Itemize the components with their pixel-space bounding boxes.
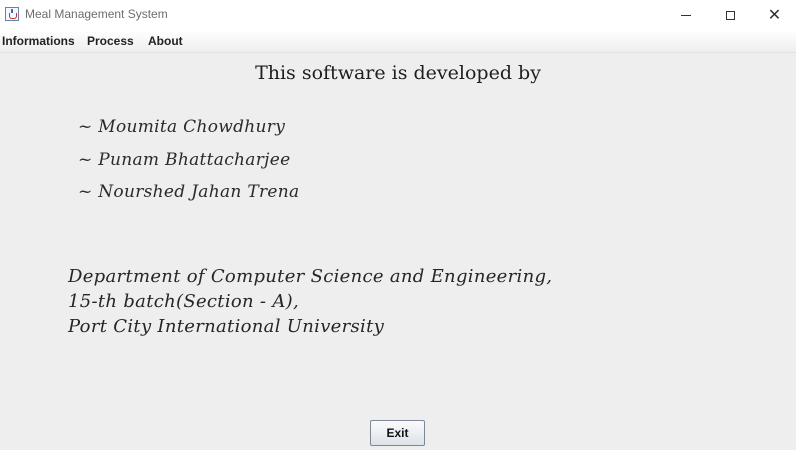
close-icon: ✕ (767, 5, 782, 24)
close-button[interactable]: ✕ (752, 0, 796, 30)
department-line: Department of Computer Science and Engin… (68, 266, 553, 287)
university-line: Port City International University (68, 316, 385, 337)
developer-name: ~ Moumita Chowdhury (78, 117, 286, 137)
title-bar: Meal Management System ✕ (0, 0, 796, 30)
main-window: Meal Management System ✕ Informations Pr… (0, 0, 796, 450)
developer-name: ~ Nourshed Jahan Trena (78, 182, 300, 202)
java-cup-icon (5, 7, 19, 21)
maximize-icon (726, 10, 735, 20)
minimize-button[interactable] (663, 0, 708, 30)
batch-line: 15-th batch(Section - A), (68, 291, 299, 312)
menu-bar: Informations Process About (0, 30, 796, 53)
menu-informations[interactable]: Informations (2, 34, 75, 48)
menu-about[interactable]: About (148, 34, 183, 48)
window-title: Meal Management System (25, 7, 168, 21)
developer-name: ~ Punam Bhattacharjee (78, 150, 291, 170)
page-heading: This software is developed by (255, 62, 541, 84)
exit-button[interactable]: Exit (370, 420, 425, 446)
maximize-button[interactable] (708, 0, 753, 30)
minimize-icon (680, 14, 691, 16)
menu-process[interactable]: Process (87, 34, 134, 48)
